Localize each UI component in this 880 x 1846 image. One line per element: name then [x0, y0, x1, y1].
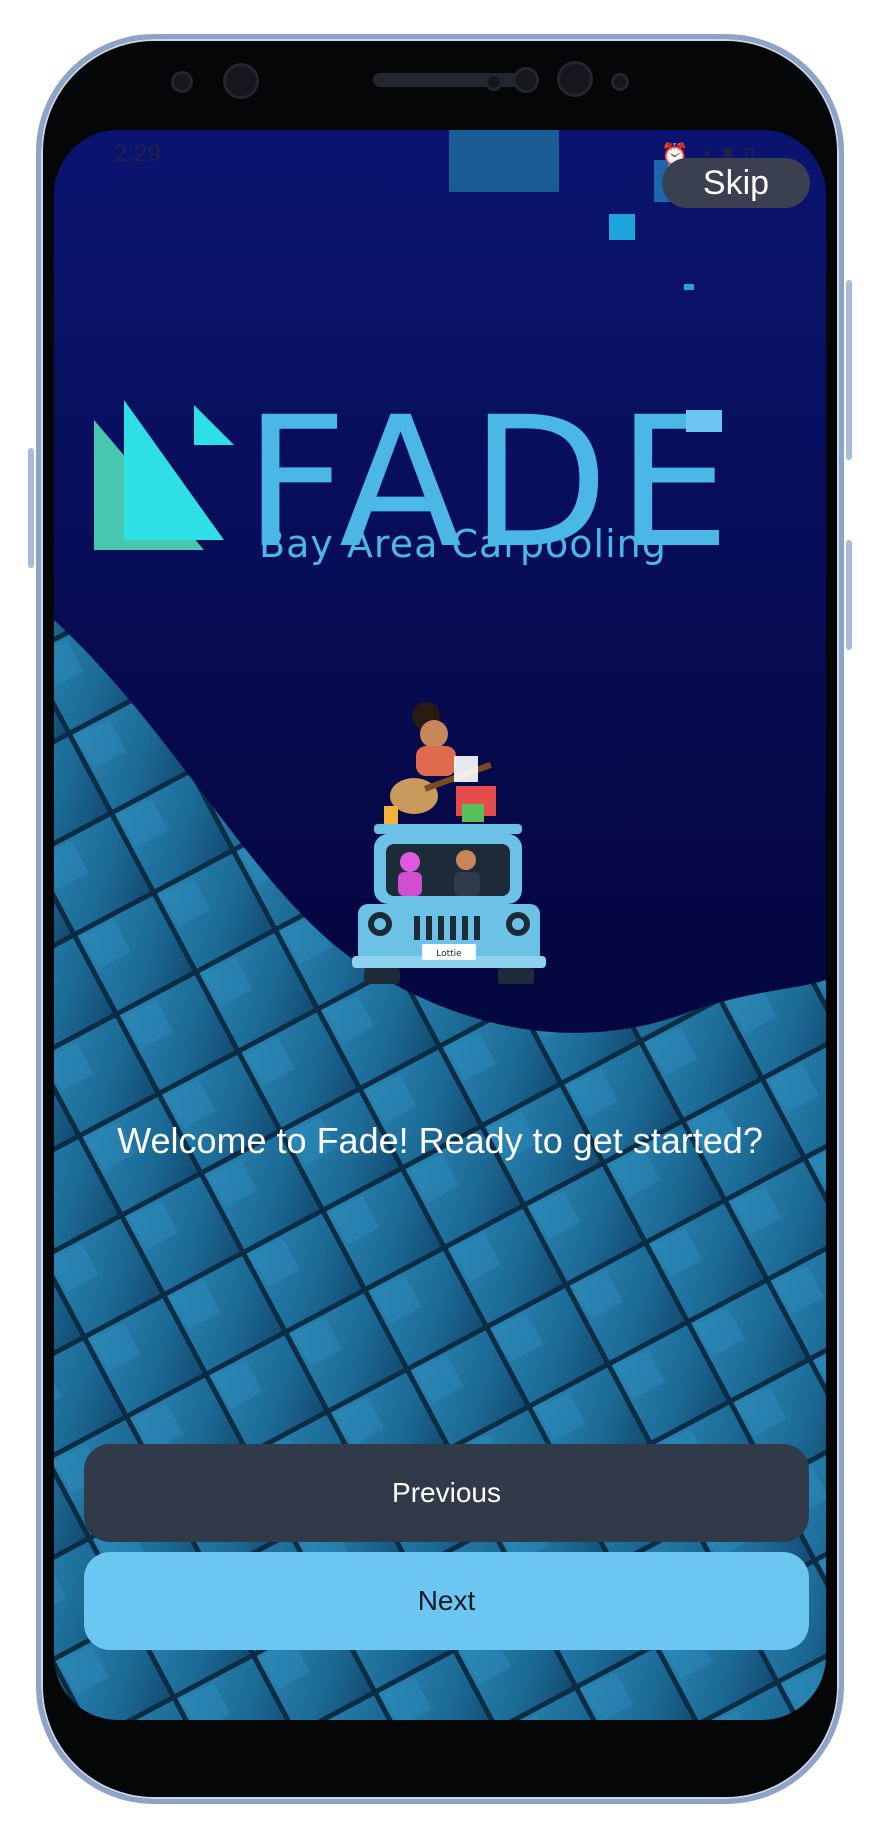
- bixby-button: [846, 540, 852, 650]
- earpiece-speaker: [373, 73, 529, 87]
- previous-button[interactable]: Previous: [84, 1444, 809, 1542]
- iris-camera: [557, 61, 593, 97]
- volume-button: [28, 448, 34, 568]
- power-button: [846, 280, 852, 460]
- sensor-dot: [485, 73, 503, 91]
- carpool-illustration: Lottie: [352, 702, 546, 984]
- welcome-message: Welcome to Fade! Ready to get started?: [117, 1120, 763, 1161]
- logo-subtitle: Bay Area Carpooling: [259, 522, 667, 566]
- front-camera-main: [223, 63, 259, 99]
- next-button[interactable]: Next: [84, 1552, 809, 1650]
- front-camera: [171, 71, 193, 93]
- status-time: 2:29: [114, 140, 161, 167]
- app-screen: 2:29 ⏰ ◔ ▮ ▯ Skip FADE Bay Area Carpooli…: [54, 130, 826, 1720]
- skip-button[interactable]: Skip: [662, 158, 810, 208]
- proximity-dot: [611, 73, 629, 91]
- iris-sensor: [513, 67, 539, 93]
- license-plate: Lottie: [436, 949, 462, 959]
